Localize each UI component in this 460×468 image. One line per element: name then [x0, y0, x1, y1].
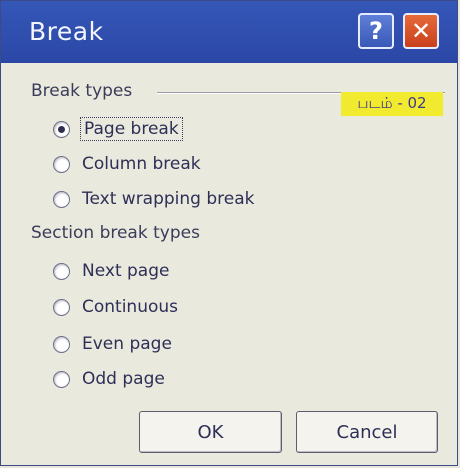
option-label: Even page — [82, 334, 172, 354]
option-label: Continuous — [82, 297, 179, 317]
section-break-types-label: Section break types — [31, 223, 200, 243]
ok-button[interactable]: OK — [139, 411, 282, 453]
option-label: Odd page — [82, 369, 165, 389]
close-icon: ✕ — [410, 17, 432, 45]
even-page-option[interactable]: Even page — [53, 334, 172, 354]
figure-tag: படம் - 02 — [341, 92, 443, 116]
next-page-option[interactable]: Next page — [53, 261, 169, 281]
column-break-option[interactable]: Column break — [53, 154, 201, 174]
radio-button[interactable] — [53, 190, 70, 208]
help-button[interactable]: ? — [358, 13, 394, 49]
radio-button[interactable] — [53, 262, 70, 280]
radio-button[interactable] — [53, 370, 70, 388]
option-label: Page break — [80, 117, 183, 141]
option-label: Text wrapping break — [82, 189, 255, 209]
title-bar[interactable]: Break ? ✕ — [1, 1, 457, 63]
break-dialog: Break ? ✕ Break types படம் - 02 Page bre… — [0, 0, 458, 466]
break-types-label: Break types — [31, 81, 133, 101]
text-wrapping-break-option[interactable]: Text wrapping break — [53, 189, 255, 209]
option-label: Column break — [82, 154, 201, 174]
radio-button[interactable] — [53, 335, 70, 353]
radio-button[interactable] — [53, 155, 70, 173]
odd-page-option[interactable]: Odd page — [53, 369, 165, 389]
radio-button[interactable] — [53, 298, 70, 316]
close-button[interactable]: ✕ — [403, 13, 439, 49]
page-break-option[interactable]: Page break — [53, 117, 183, 141]
question-mark-icon: ? — [369, 17, 383, 45]
radio-button[interactable] — [53, 120, 70, 138]
window-title: Break — [29, 17, 104, 46]
cancel-button[interactable]: Cancel — [296, 411, 438, 453]
option-label: Next page — [82, 261, 170, 281]
continuous-option[interactable]: Continuous — [53, 297, 178, 317]
